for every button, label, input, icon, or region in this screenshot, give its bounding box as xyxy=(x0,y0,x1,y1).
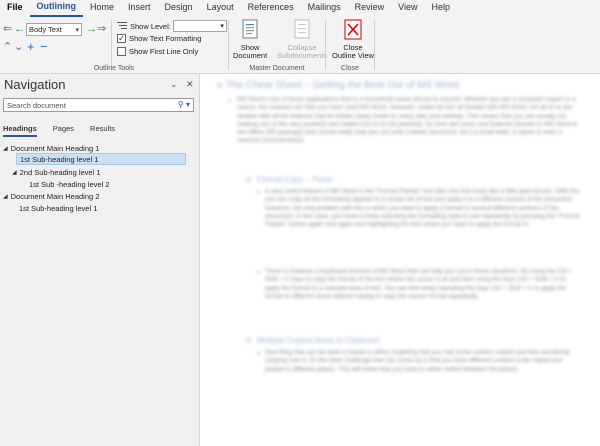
outline-bullet-icon xyxy=(257,271,260,274)
outline-bullet-icon xyxy=(257,352,260,355)
promote-to-heading1-icon[interactable]: ⇐ xyxy=(3,24,12,35)
tab-review[interactable]: Review xyxy=(348,0,392,17)
tab-references[interactable]: References xyxy=(241,0,301,17)
tab-results[interactable]: Results xyxy=(90,124,115,137)
subheading: Format Copy – Paste xyxy=(257,175,333,184)
collapse-subdocuments-icon xyxy=(294,19,310,39)
show-first-line-only-row[interactable]: Show First Line Only xyxy=(117,47,198,56)
chevron-down-icon: ▾ xyxy=(75,26,79,34)
tab-pages[interactable]: Pages xyxy=(53,124,74,137)
menu-bar: File Outlining Home Insert Design Layout… xyxy=(0,0,600,17)
close-label: Close xyxy=(341,65,359,72)
document-content: The Cheat Sheet – Getting the Best Out o… xyxy=(201,74,600,446)
close-group: Close Outline View Close xyxy=(326,17,374,74)
navigation-tabs: Headings Pages Results xyxy=(3,124,131,137)
show-document-icon xyxy=(242,19,258,39)
tab-insert[interactable]: Insert xyxy=(121,0,158,17)
tab-view[interactable]: View xyxy=(391,0,424,17)
tree-item[interactable]: ◢ Document Main Heading 2 xyxy=(3,190,99,202)
outline-bullet-icon xyxy=(257,191,260,194)
master-document-label: Master Document xyxy=(249,65,305,72)
outline-bullet-icon xyxy=(246,177,251,182)
tab-design[interactable]: Design xyxy=(158,0,200,17)
tab-file[interactable]: File xyxy=(0,0,30,17)
document-heading: The Cheat Sheet – Getting the Best Out o… xyxy=(226,80,459,91)
outline-bullet-icon xyxy=(228,99,231,102)
divider xyxy=(374,20,375,70)
outline-bullet-icon xyxy=(246,338,251,343)
tab-mailings[interactable]: Mailings xyxy=(301,0,348,17)
show-level-icon xyxy=(117,21,127,31)
tab-headings[interactable]: Headings xyxy=(3,124,37,137)
show-text-formatting-checkbox[interactable]: ✓ xyxy=(117,34,126,43)
show-level-select[interactable]: ▾ xyxy=(172,20,227,32)
outline-tools-group: ⇐ ← Body Text ▾ → ⇒ ⌃ ⌄ + − Show Level: … xyxy=(0,17,228,74)
body-paragraph: There is however a keyboard shortcut of … xyxy=(265,268,573,300)
tree-item-selected[interactable]: 1st Sub-heading level 1 xyxy=(16,153,186,165)
collapse-icon[interactable]: − xyxy=(40,40,48,53)
document-area[interactable]: The Cheat Sheet – Getting the Best Out o… xyxy=(201,74,600,446)
demote-to-body-text-icon[interactable]: ⇒ xyxy=(97,24,106,35)
tab-home[interactable]: Home xyxy=(83,0,121,17)
close-outline-view-button[interactable]: Close Outline View xyxy=(332,19,374,60)
show-level-row: Show Level: ▾ xyxy=(117,20,227,32)
ribbon: ⇐ ← Body Text ▾ → ⇒ ⌃ ⌄ + − Show Level: … xyxy=(0,17,600,74)
tree-item[interactable]: ◢ 2nd Sub-heading level 1 xyxy=(12,166,101,178)
body-paragraph: A very useful feature in MS Word is the … xyxy=(265,188,580,229)
show-document-button[interactable]: Show Document xyxy=(233,19,267,60)
move-down-icon[interactable]: ⌄ xyxy=(14,42,23,53)
expand-icon[interactable]: + xyxy=(27,40,35,53)
outline-level-select[interactable]: Body Text ▾ xyxy=(26,23,82,36)
tab-outlining[interactable]: Outlining xyxy=(29,0,84,17)
navigation-pane: Navigation ⌄ ✕ Search document ⚲ ▾ Headi… xyxy=(0,74,200,446)
collapse-subdocuments-button[interactable]: Collapse Subdocuments xyxy=(277,19,327,60)
show-text-formatting-row[interactable]: ✓ Show Text Formatting xyxy=(117,34,201,43)
chevron-down-icon: ▾ xyxy=(220,23,224,30)
tab-layout[interactable]: Layout xyxy=(200,0,241,17)
show-first-line-only-checkbox[interactable] xyxy=(117,47,126,56)
close-outline-icon xyxy=(344,19,362,40)
expanded-triangle-icon[interactable]: ◢ xyxy=(3,145,8,152)
expanded-triangle-icon[interactable]: ◢ xyxy=(12,169,17,176)
pane-options-icon[interactable]: ⌄ xyxy=(170,79,178,90)
move-up-icon[interactable]: ⌃ xyxy=(3,42,12,53)
outline-tools-label: Outline Tools xyxy=(93,65,135,72)
close-icon[interactable]: ✕ xyxy=(186,79,194,90)
tree-item[interactable]: 1st Sub -heading level 2 xyxy=(29,178,109,190)
navigation-title: Navigation xyxy=(4,77,66,92)
outline-bullet-icon xyxy=(217,83,222,88)
master-document-group: Show Document Collapse Subdocuments Mast… xyxy=(229,17,327,74)
search-icon[interactable]: ⚲ ▾ xyxy=(178,100,190,109)
divider xyxy=(111,20,112,70)
demote-icon[interactable]: → xyxy=(86,24,97,35)
tree-item[interactable]: 1st Sub-heading level 1 xyxy=(16,202,97,214)
intro-paragraph: MS Word's one of those applications that… xyxy=(237,96,578,145)
search-input[interactable]: Search document ⚲ ▾ xyxy=(3,98,194,112)
promote-icon[interactable]: ← xyxy=(14,24,25,35)
subheading: Multiple Copied Items to Clipboard xyxy=(257,336,380,345)
tab-help[interactable]: Help xyxy=(425,0,458,17)
body-paragraph: One thing that can be quite a hassle is … xyxy=(265,349,570,373)
expanded-triangle-icon[interactable]: ◢ xyxy=(3,193,8,200)
